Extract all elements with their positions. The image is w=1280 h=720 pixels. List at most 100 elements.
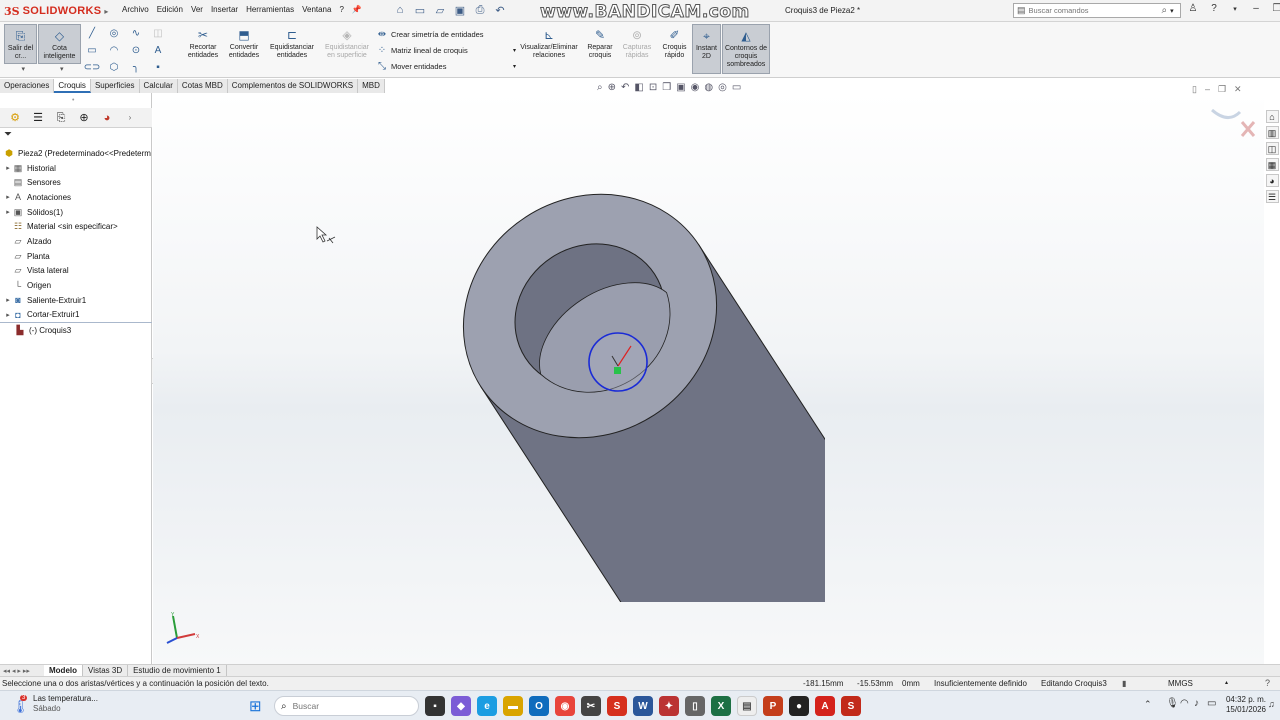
section-view-icon[interactable]: ◧ (634, 82, 643, 93)
polygon-icon[interactable]: ⬡ (107, 60, 121, 74)
appearances-icon[interactable]: ◕ (1265, 174, 1279, 187)
menu-herramientas[interactable]: Herramientas (242, 5, 298, 14)
menu-ver[interactable]: Ver (187, 5, 207, 14)
move-entities-button[interactable]: ⤡ Mover entidades ▾ (376, 58, 516, 74)
minimize-icon[interactable]: – (1250, 3, 1262, 14)
units-selector[interactable]: MMGS (1168, 677, 1193, 690)
menu-ventana[interactable]: Ventana (298, 5, 335, 14)
tree-item-anotaciones[interactable]: ▸ A Anotaciones (0, 190, 152, 205)
arc-icon[interactable]: ◠ (107, 43, 121, 57)
confirm-check-icon[interactable] (1211, 108, 1242, 119)
tree-item-alzado[interactable]: ▱ Alzado (0, 234, 152, 249)
powerpoint-icon[interactable]: P (763, 696, 783, 716)
word-icon[interactable]: W (633, 696, 653, 716)
notification-bell-icon[interactable]: ♫ (1268, 699, 1275, 709)
quick-snaps-button[interactable]: ⊚ Capturas rápidas (619, 24, 655, 60)
tree-item-vista-lateral[interactable]: ▱ Vista lateral (0, 264, 152, 279)
tree-item-material[interactable]: ☷ Material <sin especificar> (0, 219, 152, 234)
tree-item-sensores[interactable]: ▤ Sensores (0, 175, 152, 190)
bandicam-icon[interactable]: ● (789, 696, 809, 716)
resources-icon[interactable]: ▥ (1265, 126, 1279, 139)
line-icon[interactable]: ╱ (85, 26, 99, 40)
chevron-right-icon[interactable]: ▸ (104, 7, 108, 16)
tab-modelo[interactable]: Modelo (44, 665, 83, 676)
print-icon[interactable]: ⎙ (473, 3, 487, 17)
tab-vistas-3d[interactable]: Vistas 3D (83, 665, 129, 676)
configuration-manager-tab-icon[interactable]: ⎘ (54, 111, 68, 125)
design-library-icon[interactable]: ◫ (1265, 142, 1279, 155)
sketch-center-point[interactable] (614, 367, 621, 374)
search-input[interactable] (1028, 6, 1159, 15)
display-manager-tab-icon[interactable]: ◕ (100, 111, 114, 125)
solidworks-active-icon[interactable]: S (841, 696, 861, 716)
restore-icon[interactable]: ❐ (1218, 84, 1226, 95)
zoom-to-fit-icon[interactable]: ⌕ (597, 82, 603, 93)
open-folder-icon[interactable]: ▱ (433, 3, 447, 17)
expand-arrow-icon[interactable]: ▸ (4, 193, 12, 201)
file-explorer-icon[interactable]: ▬ (503, 696, 523, 716)
linear-pattern-button[interactable]: ⁘ Matriz lineal de croquis ▾ (376, 42, 516, 58)
expand-arrow-icon[interactable]: ▸ (4, 164, 12, 172)
app-gray-icon[interactable]: ▯ (685, 696, 705, 716)
tab-estudio-movimiento[interactable]: Estudio de movimiento 1 (128, 665, 227, 676)
slot-icon[interactable]: ⊂⊃ (84, 60, 101, 74)
copilot-icon[interactable]: ◆ (451, 696, 471, 716)
home-icon[interactable]: ⌂ (393, 3, 407, 17)
volume-icon[interactable]: ♪ (1194, 698, 1199, 709)
acrobat-icon[interactable]: A (815, 696, 835, 716)
apply-scene-icon[interactable]: ◎ (718, 82, 727, 93)
smart-dimension-button[interactable]: ◇ Cota inteligente (38, 24, 81, 64)
zoom-to-area-icon[interactable]: ⊕ (608, 82, 616, 93)
cancel-x-icon[interactable] (1240, 121, 1256, 137)
tile-icon[interactable]: ▯ (1192, 84, 1197, 95)
solidworks-logo[interactable]: 3S SOLIDWORKS ▸ (4, 3, 108, 19)
tab-mbd[interactable]: MBD (358, 79, 385, 93)
shaded-contours-button[interactable]: ◭ Contornos de croquis sombreados (722, 24, 770, 74)
tree-item-historial[interactable]: ▸ ▦ Historial (0, 161, 152, 176)
circle-icon[interactable]: ◎ (107, 26, 121, 40)
tree-item-solidos[interactable]: ▸ ▣ Sólidos(1) (0, 205, 152, 220)
new-document-icon[interactable]: ▭ (413, 3, 427, 17)
model-3d-view[interactable] (455, 190, 825, 602)
display-style-icon[interactable]: ▣ (676, 82, 685, 93)
tab-scroll-arrows-icon[interactable]: ◂◂ ◂ ▸ ▸▸ (0, 667, 44, 675)
taskbar-search[interactable]: ⌕ (274, 696, 419, 716)
panel-grip-icon[interactable]: • (72, 97, 74, 104)
home-icon[interactable]: ⌂ (1265, 110, 1279, 123)
expand-arrow-icon[interactable]: ▸ (4, 208, 12, 216)
rectangle-icon[interactable]: ▭ (85, 43, 99, 57)
filter-icon[interactable]: ⏷ (4, 129, 12, 140)
custom-properties-icon[interactable]: ☰ (1265, 190, 1279, 203)
capcut-icon[interactable]: ✂ (581, 696, 601, 716)
menu-edicion[interactable]: Edición (153, 5, 187, 14)
view-settings-icon[interactable]: ▭ (732, 82, 741, 93)
user-icon[interactable]: ♙ (1187, 3, 1199, 14)
chevron-right-icon[interactable]: › (123, 111, 137, 125)
close-icon[interactable]: ✕ (1234, 84, 1242, 95)
feature-manager-tab-icon[interactable]: ⚙ (8, 111, 22, 125)
tree-item-planta[interactable]: ▱ Planta (0, 249, 152, 264)
exit-sketch-button[interactable]: ⎘ Salir del cr... (4, 24, 37, 64)
weather-widget[interactable]: Las temperatura... Sábado (33, 694, 98, 714)
trim-entities-button[interactable]: ✂ Recortar entidades (184, 24, 222, 60)
menu-archivo[interactable]: Archivo (118, 5, 153, 14)
chevron-down-icon[interactable]: ▾ (1170, 7, 1174, 15)
tree-item-croquis3[interactable]: ▙ (-) Croquis3 (0, 322, 152, 337)
tab-calcular[interactable]: Calcular (139, 79, 178, 93)
notepad-icon[interactable]: ▤ (737, 696, 757, 716)
previous-view-icon[interactable]: ↶ (621, 82, 629, 93)
restore-icon[interactable]: ❐ (1271, 3, 1280, 14)
chrome-icon[interactable]: ◉ (555, 696, 575, 716)
spline-icon[interactable]: ∿ (129, 26, 143, 40)
help-icon[interactable]: ? (1208, 3, 1220, 14)
excel-icon[interactable]: X (711, 696, 731, 716)
command-search[interactable]: ▤ ⌕ ▾ (1013, 3, 1181, 18)
ellipse-icon[interactable]: ⊙ (129, 43, 143, 57)
help-circle-icon[interactable]: ? (1265, 677, 1270, 690)
outlook-icon[interactable]: O (529, 696, 549, 716)
mirror-entities-button[interactable]: ⇹ Crear simetría de entidades (376, 26, 516, 42)
solidworks-taskbar-icon[interactable]: S (607, 696, 627, 716)
tab-cotas-mbd[interactable]: Cotas MBD (177, 79, 228, 93)
chevron-down-icon[interactable]: ▾ (513, 63, 516, 70)
menu-help[interactable]: ? (335, 5, 347, 14)
